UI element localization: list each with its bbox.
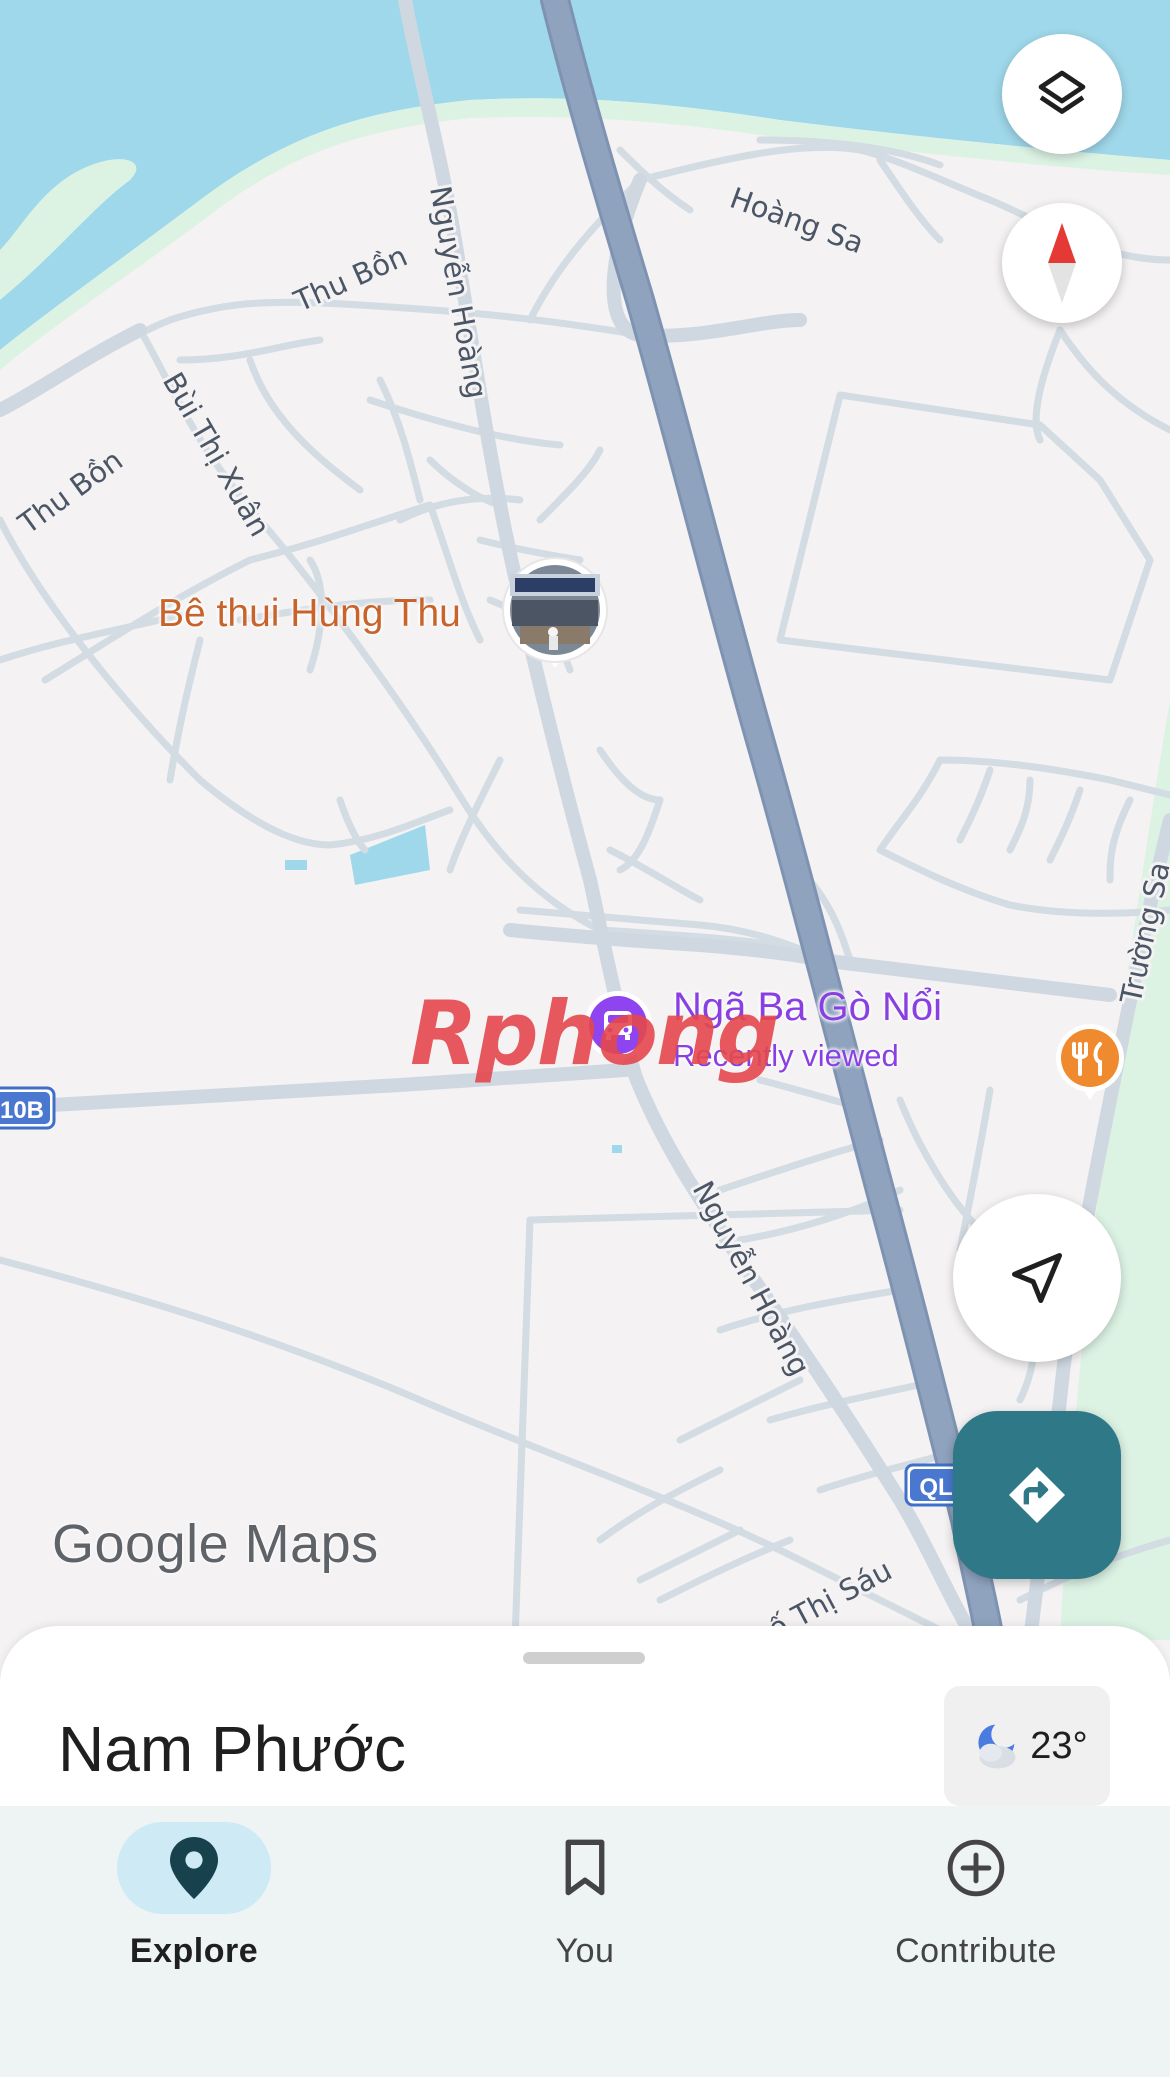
- nav-you[interactable]: You: [435, 1822, 735, 1971]
- google-maps-logo: Google Maps: [52, 1514, 379, 1574]
- watermark-logo: Rphong: [410, 982, 779, 1085]
- temperature-value: 23°: [1030, 1724, 1088, 1767]
- sheet-title: Nam Phước: [58, 1713, 406, 1785]
- nav-explore-active-indicator: [117, 1822, 271, 1914]
- nav-contribute[interactable]: Contribute: [826, 1822, 1126, 1971]
- my-location-button[interactable]: [953, 1194, 1121, 1362]
- directions-button[interactable]: [953, 1411, 1121, 1579]
- navigation-arrow-icon: [1012, 1253, 1062, 1303]
- partly-cloudy-night-icon: [978, 1724, 1016, 1769]
- map-canvas[interactable]: Nguyễn Hoàng Nguyễn Hoàng Thu Bồn Thu Bồ…: [0, 0, 1170, 1640]
- svg-text:QL: QL: [919, 1474, 952, 1501]
- pin-icon: [170, 1837, 218, 1899]
- place-label-be-thui[interactable]: Bê thui Hùng Thu: [158, 592, 461, 636]
- add-circle-icon: [947, 1839, 1005, 1897]
- sheet-drag-handle[interactable]: [523, 1652, 645, 1664]
- compass-icon: [1048, 223, 1076, 303]
- layers-button[interactable]: [1002, 34, 1122, 154]
- bookmark-icon: [565, 1839, 605, 1896]
- weather-chip[interactable]: 23°: [944, 1686, 1110, 1806]
- bottom-navigation: Explore You Contribute: [0, 1806, 1170, 2077]
- nav-explore[interactable]: Explore: [44, 1822, 344, 1971]
- nav-contribute-label: Contribute: [895, 1932, 1057, 1970]
- nav-you-label: You: [555, 1932, 615, 1970]
- compass-button[interactable]: [1002, 203, 1122, 323]
- svg-text:10B: 10B: [0, 1097, 44, 1124]
- nav-explore-label: Explore: [129, 1932, 259, 1970]
- layers-icon: [1038, 70, 1086, 114]
- bottom-sheet[interactable]: Nam Phước 23°: [0, 1626, 1170, 1806]
- route-shield-10b: 10B: [0, 1086, 56, 1130]
- directions-icon: [1009, 1467, 1065, 1523]
